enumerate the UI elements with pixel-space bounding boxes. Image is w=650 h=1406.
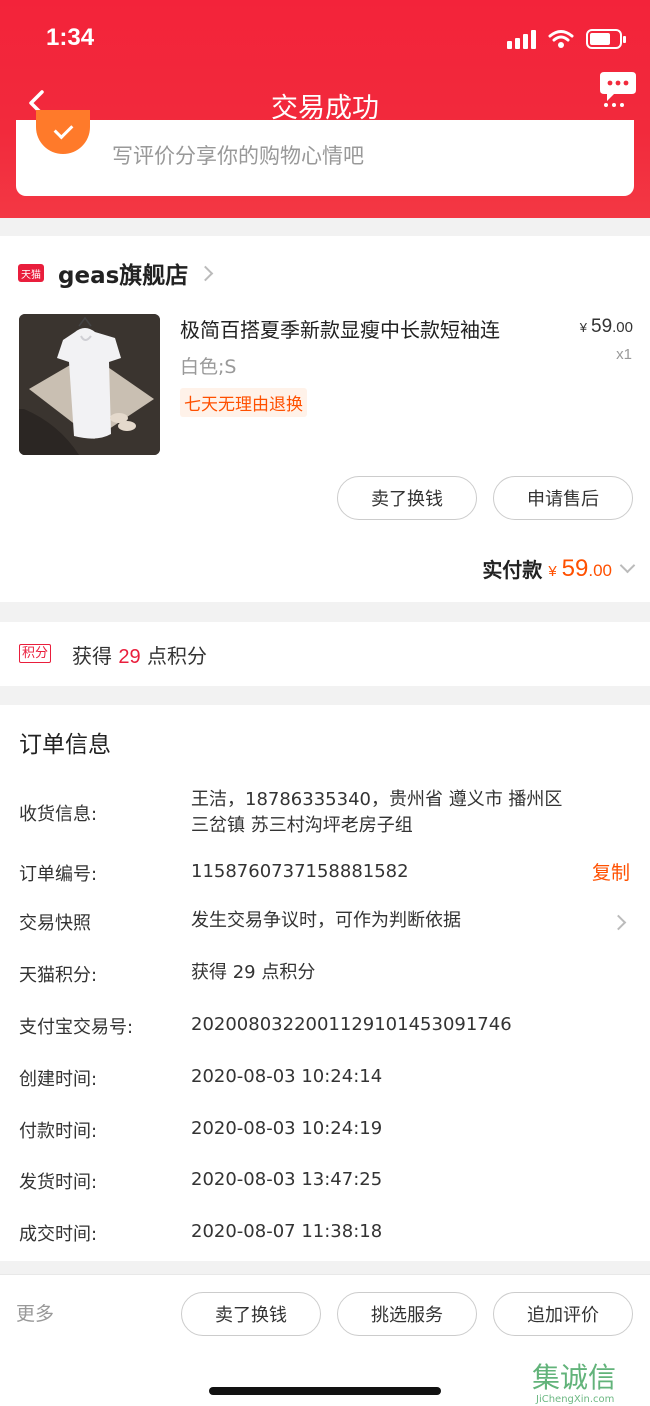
order-label: 订单编号: <box>19 864 98 885</box>
svg-text:集诚信: 集诚信 <box>532 1361 616 1394</box>
points-value: 29 <box>118 646 141 668</box>
paid-currency: ¥ <box>548 562 557 580</box>
bottom-sell-button[interactable]: 卖了换钱 <box>181 1292 321 1336</box>
order-value: 2020-08-03 10:24:19 <box>191 1118 383 1139</box>
shipping-address-line1: 王洁，18786335340，贵州省 遵义市 播州区 <box>191 789 563 810</box>
order-row-snapshot[interactable]: 交易快照 发生交易争议时，可作为判断依据 <box>0 909 650 939</box>
paid-label: 实付款 <box>482 558 543 582</box>
watermark-logo: 集诚信 JiChengXin.com <box>532 1361 616 1405</box>
order-label: 付款时间: <box>19 1121 98 1142</box>
points-prefix: 获得 <box>72 644 112 668</box>
signal-icon <box>507 29 536 49</box>
more-button[interactable]: 更多 <box>16 1299 54 1326</box>
bottom-action-bar: 更多 卖了换钱 挑选服务 追加评价 集诚信 JiChengXin.com <box>0 1274 650 1406</box>
order-label: 天猫积分: <box>19 965 98 986</box>
points-text: 获得 29 点积分 <box>72 640 207 669</box>
order-value: 2020080322001129101453091746 <box>191 1014 512 1035</box>
order-info-title: 订单信息 <box>19 732 111 758</box>
order-label: 收货信息: <box>19 804 98 825</box>
shop-name: geas旗舰店 <box>58 263 189 289</box>
product-spec: 白色;S <box>180 356 237 378</box>
header: 1:34 交易成功 写评价分享你的购物心情吧 <box>0 0 650 218</box>
svg-text:JiChengXin.com: JiChengXin.com <box>535 1394 614 1405</box>
order-value: 获得 29 点积分 <box>191 962 316 983</box>
snapshot-description: 发生交易争议时，可作为判断依据 <box>191 910 461 931</box>
shop-section: 天猫 geas旗舰店 极简百搭夏季新款显瘦中长款短袖连 白色;S 七天无理由退换… <box>0 236 650 602</box>
paid-amount-row[interactable]: 实付款 ¥59.00 <box>482 554 636 583</box>
price-currency: ¥ <box>579 320 587 335</box>
points-badge: 积分 <box>19 644 52 663</box>
order-label: 发货时间: <box>19 1172 98 1193</box>
order-value: 2020-08-03 13:47:25 <box>191 1169 383 1190</box>
chevron-down-icon[interactable] <box>619 557 636 574</box>
order-info-section: 订单信息 收货信息: 王洁，18786335340，贵州省 遵义市 播州区 三岔… <box>0 705 650 1261</box>
paid-amount: ¥59.00 <box>548 555 612 583</box>
order-label: 交易快照 <box>19 913 91 934</box>
sell-button[interactable]: 卖了换钱 <box>337 476 477 520</box>
chevron-right-icon <box>198 265 214 281</box>
product-quantity: x1 <box>616 346 632 363</box>
order-label: 成交时间: <box>19 1224 98 1245</box>
price-integer: 59 <box>591 316 613 337</box>
product-title[interactable]: 极简百搭夏季新款显瘦中长款短袖连 <box>180 314 550 343</box>
points-suffix: 点积分 <box>146 644 207 668</box>
return-policy-tag: 七天无理由退换 <box>180 388 307 417</box>
chat-bubble-icon[interactable] <box>598 68 638 108</box>
order-label: 创建时间: <box>19 1069 98 1090</box>
paid-integer: 59 <box>561 554 589 582</box>
points-section: 积分 获得 29 点积分 <box>0 622 650 686</box>
status-icons <box>507 28 626 50</box>
copy-button[interactable]: 复制 <box>592 858 630 885</box>
product-image[interactable] <box>19 314 160 455</box>
order-value: 2020-08-07 11:38:18 <box>191 1221 383 1242</box>
review-badge-icon <box>36 110 90 154</box>
battery-icon <box>586 29 626 49</box>
review-card[interactable]: 写评价分享你的购物心情吧 <box>16 110 634 196</box>
product-price: ¥59.00 <box>580 316 633 338</box>
shipping-address-line2: 三岔镇 苏三村沟坪老房子组 <box>191 815 413 836</box>
status-time: 1:34 <box>46 24 95 51</box>
order-number: 1158760737158881582 <box>191 861 409 882</box>
chevron-right-icon <box>610 914 627 931</box>
wifi-icon <box>548 30 574 48</box>
price-decimal: .00 <box>612 319 633 336</box>
add-review-button[interactable]: 追加评价 <box>493 1292 633 1336</box>
order-value: 2020-08-03 10:24:14 <box>191 1066 383 1087</box>
home-indicator <box>209 1387 441 1395</box>
tmall-badge-icon: 天猫 <box>18 264 44 282</box>
shop-link[interactable]: 天猫 geas旗舰店 <box>18 256 214 290</box>
paid-decimal: .00 <box>588 560 612 580</box>
after-sale-button[interactable]: 申请售后 <box>493 476 633 520</box>
review-prompt: 写评价分享你的购物心情吧 <box>112 144 364 168</box>
order-label: 支付宝交易号: <box>19 1017 134 1038</box>
choose-service-button[interactable]: 挑选服务 <box>337 1292 477 1336</box>
